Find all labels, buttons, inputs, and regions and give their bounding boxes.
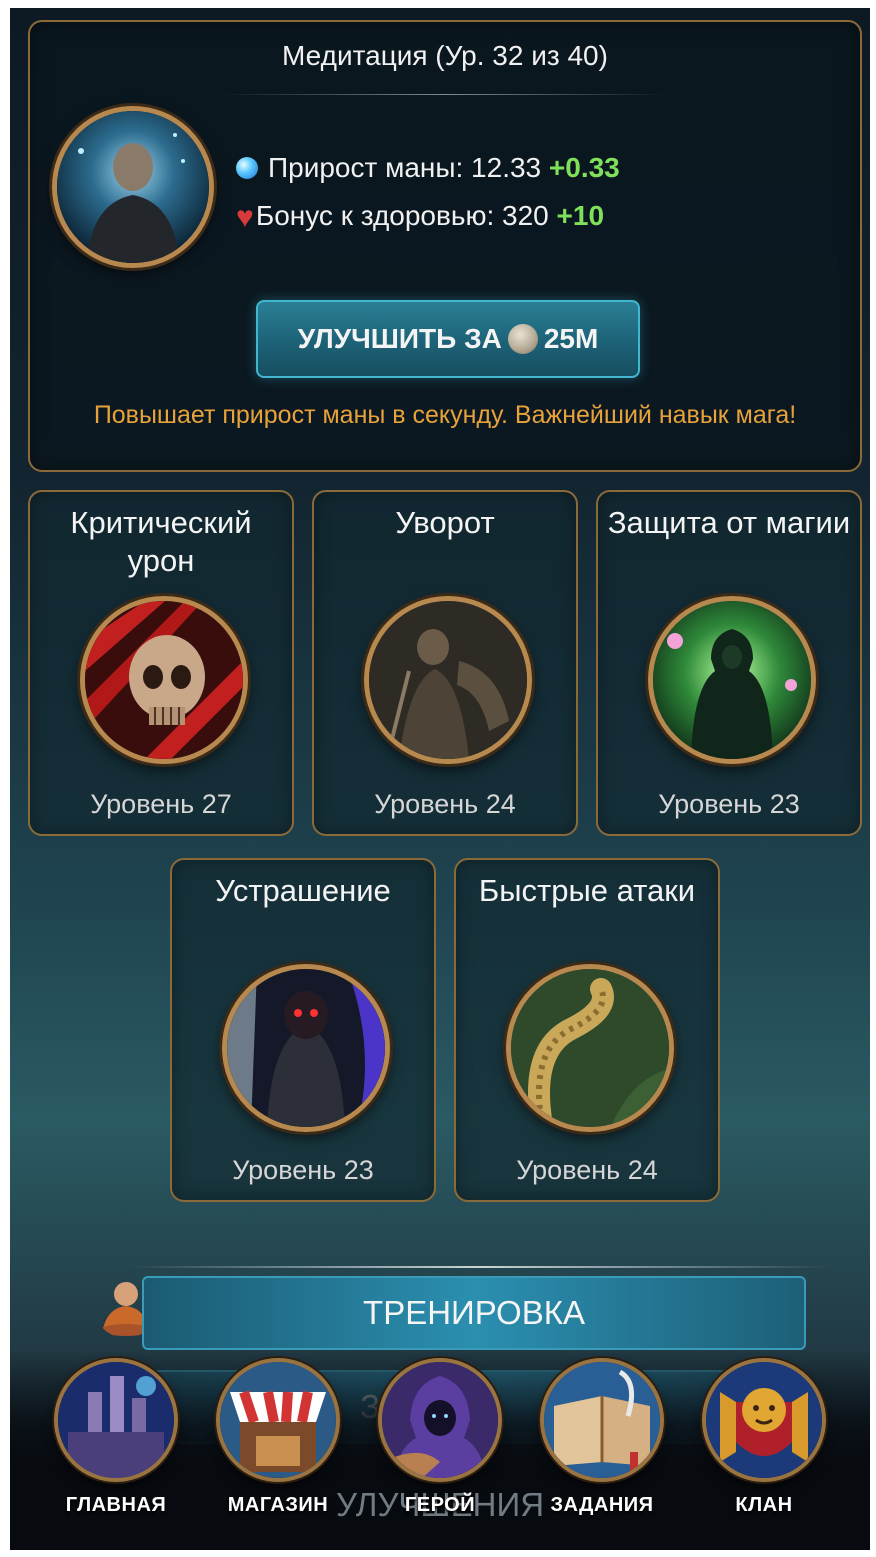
shop-icon [216, 1358, 340, 1482]
serpent-icon [506, 964, 674, 1132]
meditation-description: Повышает прирост маны в секунду. Важнейш… [93, 401, 797, 429]
skill-title: Критический урон [70, 505, 252, 578]
skill-card-critical[interactable]: Критический урон Уровень 27 [28, 490, 294, 836]
skill-card-dodge[interactable]: Уворот Уровень 24 [312, 490, 578, 836]
upgrade-cost: 25M [543, 323, 599, 354]
skill-level: Уровень 24 [516, 1155, 658, 1185]
training-button[interactable]: ТРЕНИРОВКА [142, 1276, 806, 1350]
nav-shop[interactable]: МАГАЗИН [208, 1358, 348, 1517]
skill-level: Уровень 23 [232, 1155, 374, 1185]
book-icon [540, 1358, 664, 1482]
nav-quests[interactable]: ЗАДАНИЯ [532, 1358, 672, 1517]
monk-portrait-icon [52, 106, 214, 268]
nav-label: МАГАЗИН [227, 1494, 329, 1516]
heart-icon: ♥ [236, 201, 254, 234]
lion-crest-icon [702, 1358, 826, 1482]
skill-card-intimidation[interactable]: Устрашение Уровень 23 [170, 858, 436, 1202]
nav-label: ЗАДАНИЯ [550, 1494, 654, 1516]
section-divider [130, 1266, 830, 1268]
mana-growth-label: Прирост маны: 12.33 [268, 152, 542, 183]
coin-icon [507, 324, 538, 354]
nav-main[interactable]: ГЛАВНАЯ [46, 1358, 186, 1517]
skill-title: Устрашение [215, 873, 391, 908]
skills-screen: Медитация (Ур. 32 из 40) Прирост маны: 1… [10, 8, 870, 1550]
upgrade-button[interactable]: УЛУЧШИТЬ ЗА 25M [256, 300, 640, 378]
meditation-title: Медитация (Ур. 32 из 40) [282, 40, 608, 71]
mana-orb-icon [236, 157, 258, 179]
dark-knight-icon [222, 964, 390, 1132]
meditation-panel: Медитация (Ур. 32 из 40) Прирост маны: 1… [28, 20, 862, 472]
skill-level: Уровень 27 [90, 789, 232, 819]
hooded-hero-icon [378, 1358, 502, 1482]
skill-card-magic-defense[interactable]: Защита от магии Уровень 23 [596, 490, 862, 836]
rogue-icon [364, 596, 532, 764]
upgrade-label: УЛУЧШИТЬ ЗА [297, 323, 502, 354]
training-label: ТРЕНИРОВКА [363, 1294, 585, 1331]
skill-level: Уровень 24 [374, 789, 516, 819]
skill-level: Уровень 23 [658, 789, 800, 819]
skill-title: Защита от магии [607, 505, 851, 540]
green-mage-icon [648, 596, 816, 764]
skill-card-fast-attacks[interactable]: Быстрые атаки Уровень 24 [454, 858, 720, 1202]
mana-growth-stat: Прирост маны: 12.33 +0.33 [236, 152, 620, 184]
title-divider [220, 94, 670, 95]
skill-title: Уворот [395, 505, 495, 540]
health-bonus-value: +10 [556, 200, 605, 231]
nav-label: ГЛАВНАЯ [65, 1494, 167, 1516]
mana-growth-bonus: +0.33 [548, 152, 620, 183]
nav-hero[interactable]: ГЕРОЙ [370, 1358, 510, 1517]
nav-label: КЛАН [735, 1494, 793, 1516]
nav-clan[interactable]: КЛАН [694, 1358, 834, 1517]
skill-title: Быстрые атаки [478, 873, 696, 908]
skull-icon [80, 596, 248, 764]
health-bonus-label: Бонус к здоровью: 320 [255, 200, 549, 231]
health-bonus-stat: ♥Бонус к здоровью: 320 +10 [236, 200, 604, 235]
nav-label: ГЕРОЙ [404, 1494, 476, 1516]
castle-icon [54, 1358, 178, 1482]
